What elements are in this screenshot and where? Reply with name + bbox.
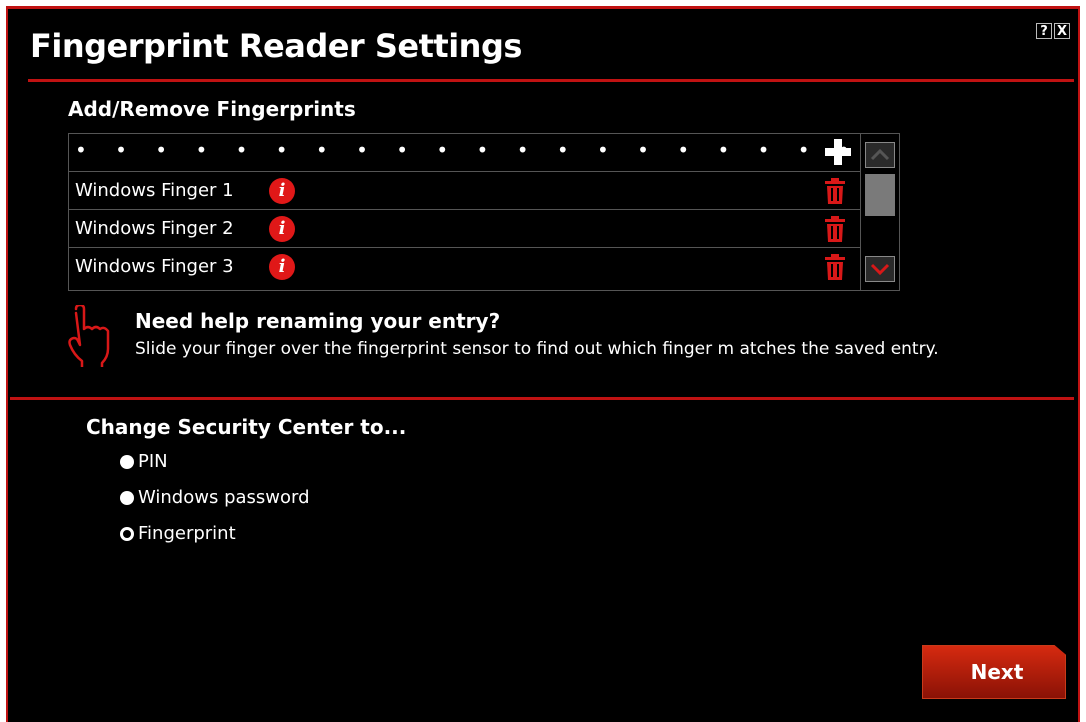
radio-label: Fingerprint [138, 523, 236, 544]
info-icon[interactable]: i [269, 254, 295, 280]
next-button[interactable]: Next [922, 645, 1066, 699]
security-heading: Change Security Center to... [86, 415, 407, 439]
settings-window: Fingerprint Reader Settings ? X Add/Remo… [6, 6, 1080, 722]
list-item[interactable]: Windows Finger 2 i [69, 210, 860, 248]
list-scrollbar[interactable] [860, 134, 899, 290]
chevron-down-icon [870, 263, 890, 276]
window-controls: ? X [1036, 23, 1070, 39]
radio-fingerprint[interactable]: Fingerprint [120, 523, 236, 544]
chevron-up-icon [870, 148, 890, 161]
info-icon[interactable]: i [269, 216, 295, 242]
trash-icon[interactable] [824, 216, 846, 242]
list-item[interactable]: Windows Finger 1 i [69, 172, 860, 210]
window-title: Fingerprint Reader Settings [30, 27, 522, 65]
radio-pin[interactable]: PIN [120, 451, 168, 472]
add-fingerprint-icon[interactable] [823, 137, 853, 167]
scroll-down-button[interactable] [865, 256, 895, 282]
hand-pointer-icon [68, 305, 110, 367]
list-item[interactable]: Windows Finger 3 i [69, 248, 860, 286]
scroll-thumb[interactable] [865, 174, 895, 216]
section-divider [10, 397, 1074, 400]
scroll-up-button[interactable] [865, 142, 895, 168]
password-mask: • • • • • • • • • • • • • • • • • • • • [75, 138, 861, 162]
fingerprint-label: Windows Finger 2 [75, 218, 234, 239]
help-button[interactable]: ? [1036, 23, 1052, 39]
radio-windows-password[interactable]: Windows password [120, 487, 310, 508]
trash-icon[interactable] [824, 178, 846, 204]
radio-label: PIN [138, 451, 168, 472]
radio-label: Windows password [138, 487, 310, 508]
fingerprint-list: • • • • • • • • • • • • • • • • • • • • … [68, 133, 900, 291]
trash-icon[interactable] [824, 254, 846, 280]
help-body: Slide your finger over the fingerprint s… [135, 339, 939, 359]
fingerprint-label: Windows Finger 1 [75, 180, 234, 201]
radio-button[interactable] [120, 490, 134, 505]
fingerprints-heading: Add/Remove Fingerprints [68, 97, 356, 121]
title-divider [28, 79, 1074, 82]
info-icon[interactable]: i [269, 178, 295, 204]
fingerprint-label: Windows Finger 3 [75, 256, 234, 277]
password-row: • • • • • • • • • • • • • • • • • • • • [69, 134, 860, 172]
radio-button-selected[interactable] [120, 526, 134, 541]
help-title: Need help renaming your entry? [135, 309, 501, 333]
close-button[interactable]: X [1054, 23, 1070, 39]
radio-button[interactable] [120, 454, 134, 469]
